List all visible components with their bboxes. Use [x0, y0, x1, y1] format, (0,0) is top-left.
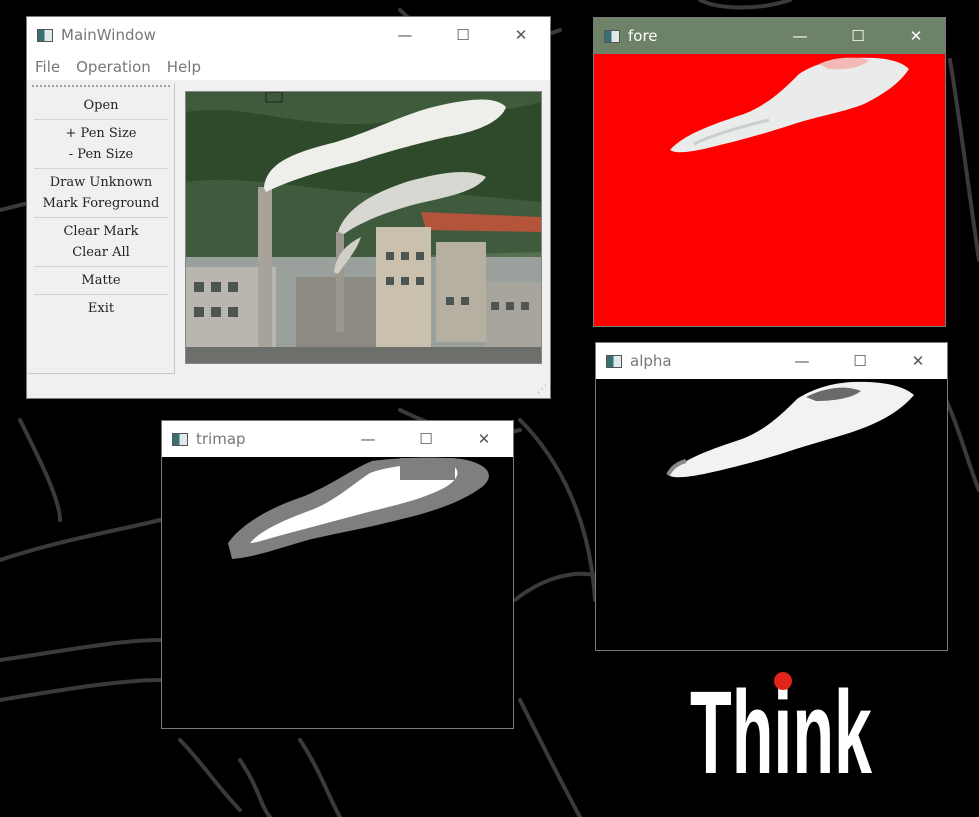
menu-help[interactable]: Help — [167, 58, 201, 76]
mark-foreground-button[interactable]: Mark Foreground — [28, 193, 174, 214]
pen-size-up-button[interactable]: + Pen Size — [28, 123, 174, 144]
factory-smoke-photo — [186, 92, 541, 363]
divider — [34, 168, 168, 169]
menu-bar: File Operation Help — [27, 53, 550, 80]
fore-window-titlebar[interactable]: fore — ☐ ✕ — [594, 18, 945, 54]
maximize-button[interactable]: ☐ — [829, 18, 887, 54]
trimap-window-titlebar[interactable]: trimap — ☐ ✕ — [162, 421, 513, 457]
clear-all-button[interactable]: Clear All — [28, 242, 174, 263]
maximize-button[interactable]: ☐ — [397, 421, 455, 457]
divider — [34, 266, 168, 267]
alpha-matte-canvas — [596, 379, 947, 650]
app-icon — [37, 28, 53, 42]
window-resize-grip[interactable]: ⋰ — [537, 385, 547, 395]
window-title: fore — [628, 27, 658, 45]
menu-operation[interactable]: Operation — [76, 58, 151, 76]
minimize-button[interactable]: — — [773, 343, 831, 379]
divider — [34, 294, 168, 295]
open-button[interactable]: Open — [28, 95, 174, 116]
source-image-canvas[interactable] — [185, 91, 542, 364]
close-button[interactable]: ✕ — [887, 18, 945, 54]
window-title: trimap — [196, 430, 246, 448]
trimap-canvas — [162, 457, 513, 728]
app-icon — [606, 354, 622, 368]
foreground-result-canvas — [594, 54, 945, 326]
minimize-button[interactable]: — — [376, 17, 434, 53]
divider — [34, 217, 168, 218]
think-logo: Think — [690, 667, 872, 799]
pen-size-down-button[interactable]: - Pen Size — [28, 144, 174, 165]
minimize-button[interactable]: — — [771, 18, 829, 54]
divider — [34, 119, 168, 120]
fore-window: fore — ☐ ✕ — [594, 18, 945, 326]
matte-button[interactable]: Matte — [28, 270, 174, 291]
draw-unknown-button[interactable]: Draw Unknown — [28, 172, 174, 193]
maximize-button[interactable]: ☐ — [831, 343, 889, 379]
close-button[interactable]: ✕ — [492, 17, 550, 53]
minimize-button[interactable]: — — [339, 421, 397, 457]
trimap-window: trimap — ☐ ✕ — [162, 421, 513, 728]
tool-panel: Open + Pen Size - Pen Size Draw Unknown … — [28, 83, 175, 374]
close-button[interactable]: ✕ — [889, 343, 947, 379]
alpha-window: alpha — ☐ ✕ — [596, 343, 947, 650]
app-icon — [604, 29, 620, 43]
main-window-titlebar[interactable]: MainWindow — ☐ ✕ — [27, 17, 550, 53]
maximize-button[interactable]: ☐ — [434, 17, 492, 53]
alpha-window-titlebar[interactable]: alpha — ☐ ✕ — [596, 343, 947, 379]
menu-file[interactable]: File — [35, 58, 60, 76]
clear-mark-button[interactable]: Clear Mark — [28, 221, 174, 242]
panel-drag-handle[interactable] — [32, 85, 170, 91]
main-window: MainWindow — ☐ ✕ File Operation Help Ope… — [27, 17, 550, 398]
window-title: alpha — [630, 352, 672, 370]
close-button[interactable]: ✕ — [455, 421, 513, 457]
app-icon — [172, 432, 188, 446]
exit-button[interactable]: Exit — [28, 298, 174, 319]
think-logo-red-dot — [774, 672, 792, 690]
window-title: MainWindow — [61, 26, 156, 44]
